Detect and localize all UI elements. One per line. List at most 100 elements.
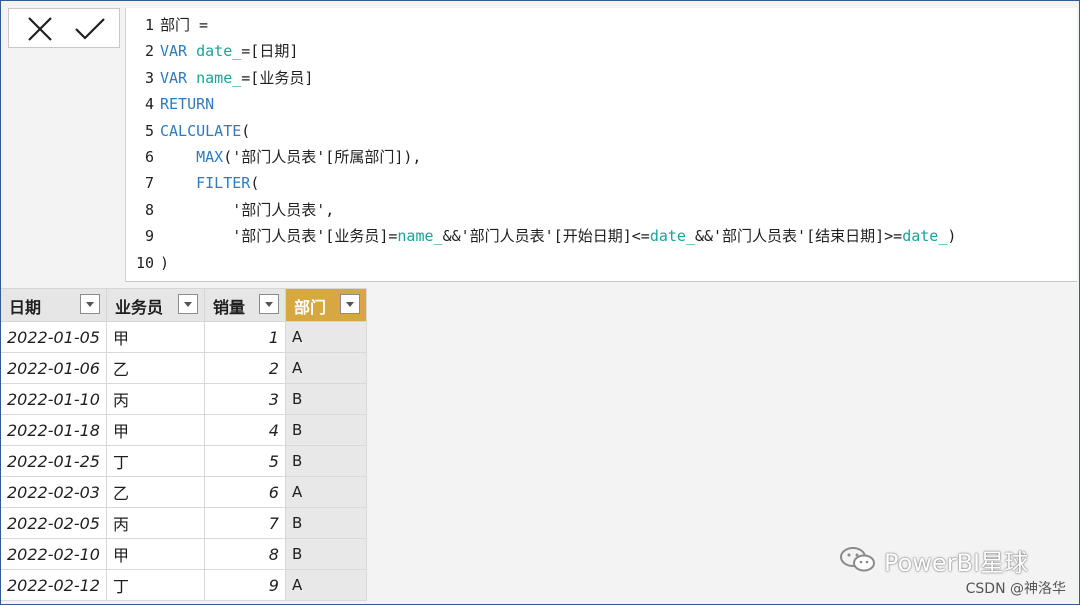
cell-quantity[interactable]: 7 (203, 507, 286, 539)
code-token: ( (241, 121, 251, 140)
column-label: 日期 (9, 298, 42, 317)
code-token: name_ (397, 227, 443, 246)
table-row[interactable]: 2022-01-18 甲 4 B (0, 414, 367, 446)
cell-quantity[interactable]: 5 (203, 445, 286, 477)
formula-bar: 1 部门 = 2 VAR date_=[日期] 3 VAR name_=[业务员] 4 RET… (0, 0, 1080, 282)
table-row[interactable]: 2022-01-25 丁 5 B (0, 445, 367, 477)
line-number: 1 (144, 16, 154, 34)
cell-date[interactable]: 2022-02-03 (0, 476, 107, 508)
x-icon[interactable] (21, 13, 59, 45)
cell-quantity[interactable]: 9 (203, 569, 286, 601)
table-row[interactable]: 2022-02-12 丁 9 A (0, 569, 367, 601)
table-row[interactable]: 2022-02-05 丙 7 B (0, 507, 367, 539)
filter-dropdown-icon[interactable] (177, 294, 198, 314)
column-label: 业务员 (114, 298, 163, 317)
cell-date[interactable]: 2022-02-10 (0, 538, 107, 570)
code-line: 1 部门 = (126, 12, 208, 38)
cell-department[interactable]: B (284, 414, 367, 446)
line-number: 4 (144, 95, 154, 114)
watermark-brand: PowerBI星球 (884, 549, 1029, 577)
cell-date[interactable]: 2022-01-25 (0, 445, 107, 477)
table-row[interactable]: 2022-02-03 乙 6 A (0, 476, 367, 508)
cell-department[interactable]: A (284, 476, 367, 508)
cell-date[interactable]: 2022-01-18 (0, 414, 107, 446)
code-token: ( (250, 174, 260, 193)
line-number: 5 (144, 121, 154, 140)
cell-department[interactable]: A (284, 321, 367, 353)
code-token: ) (947, 227, 957, 246)
formula-editor[interactable]: 1 部门 = 2 VAR date_=[日期] 3 VAR name_=[业务员] 4 RET… (125, 8, 1077, 282)
code-token: date_ (902, 227, 948, 246)
watermark-credit: CSDN @神洛华 (965, 581, 1066, 597)
cell-salesperson[interactable]: 丙 (105, 383, 205, 415)
cell-salesperson[interactable]: 甲 (105, 414, 205, 446)
cell-salesperson[interactable]: 甲 (105, 321, 205, 353)
filter-dropdown-icon[interactable] (339, 294, 360, 314)
filter-dropdown-icon[interactable] (258, 294, 279, 314)
column-header-department[interactable]: 部门 (284, 288, 367, 322)
code-line: 9 '部门人员表'[业务员]=name_&&'部门人员表'[开始日期]<=dat… (126, 223, 956, 249)
code-token: name_ (196, 68, 242, 87)
line-number: 2 (144, 42, 154, 61)
filter-dropdown-icon[interactable] (79, 294, 100, 314)
code-line: 4 RETURN (126, 91, 214, 117)
code-token: date_ (196, 42, 242, 61)
line-number: 6 (144, 148, 154, 166)
watermark: PowerBI星球 (838, 543, 1068, 577)
table-row[interactable]: 2022-01-10 丙 3 B (0, 383, 367, 415)
cell-date[interactable]: 2022-01-06 (0, 352, 107, 384)
cell-department[interactable]: B (284, 445, 367, 477)
code-line: 3 VAR name_=[业务员] (126, 65, 313, 91)
cell-salesperson[interactable]: 丙 (105, 507, 205, 539)
column-label: 部门 (293, 298, 326, 317)
check-icon[interactable] (71, 13, 109, 45)
code-token: date_ (649, 227, 695, 246)
code-token: CALCULATE (160, 121, 242, 140)
cell-department[interactable]: A (284, 352, 367, 384)
code-line: 7 FILTER( (126, 170, 259, 196)
cell-department[interactable]: B (284, 507, 367, 539)
cell-salesperson[interactable]: 乙 (105, 476, 205, 508)
cell-date[interactable]: 2022-02-12 (0, 569, 107, 601)
code-token: '部门人员表'[业务员]= (160, 227, 398, 246)
code-token: &&'部门人员表'[结束日期]>= (694, 227, 903, 246)
code-token: ) (160, 253, 170, 272)
cell-quantity[interactable]: 6 (203, 476, 286, 508)
cell-salesperson[interactable]: 乙 (105, 352, 205, 384)
code-line: 2 VAR date_=[日期] (126, 38, 298, 64)
cell-quantity[interactable]: 4 (203, 414, 286, 446)
cell-quantity[interactable]: 1 (203, 321, 286, 353)
code-line: 5 CALCULATE( (126, 118, 250, 144)
cell-salesperson[interactable]: 甲 (105, 538, 205, 570)
line-number: 8 (144, 200, 154, 219)
cell-salesperson[interactable]: 丁 (105, 445, 205, 477)
line-number: 10 (135, 253, 154, 272)
code-token: '部门人员表', (160, 200, 335, 219)
cell-department[interactable]: B (284, 538, 367, 570)
code-token: 部门 = (160, 16, 209, 34)
cell-department[interactable]: A (284, 569, 367, 601)
code-line: 10) (126, 250, 169, 276)
table-row[interactable]: 2022-02-10 甲 8 B (0, 538, 367, 570)
code-token: ('部门人员表'[所属部门]), (223, 148, 422, 166)
cell-quantity[interactable]: 3 (203, 383, 286, 415)
data-grid: 日期 业务员 销量 部门 2022-01-05 甲 1 A 2022-01-06 乙 2 A 2… (0, 288, 367, 601)
cell-salesperson[interactable]: 丁 (105, 569, 205, 601)
table-row[interactable]: 2022-01-06 乙 2 A (0, 352, 367, 384)
cell-date[interactable]: 2022-01-05 (0, 321, 107, 353)
cell-quantity[interactable]: 2 (203, 352, 286, 384)
column-header-salesperson[interactable]: 业务员 (105, 288, 205, 322)
column-header-quantity[interactable]: 销量 (203, 288, 286, 322)
table-row[interactable]: 2022-01-05 甲 1 A (0, 321, 367, 353)
line-number: 7 (144, 174, 154, 193)
cell-date[interactable]: 2022-02-05 (0, 507, 107, 539)
wechat-icon (840, 547, 875, 572)
cell-department[interactable]: B (284, 383, 367, 415)
code-token: &&'部门人员表'[开始日期]<= (442, 227, 650, 246)
formula-actions (8, 8, 120, 48)
cell-date[interactable]: 2022-01-10 (0, 383, 107, 415)
line-number: 9 (144, 227, 154, 246)
column-header-date[interactable]: 日期 (0, 288, 107, 322)
cell-quantity[interactable]: 8 (203, 538, 286, 570)
